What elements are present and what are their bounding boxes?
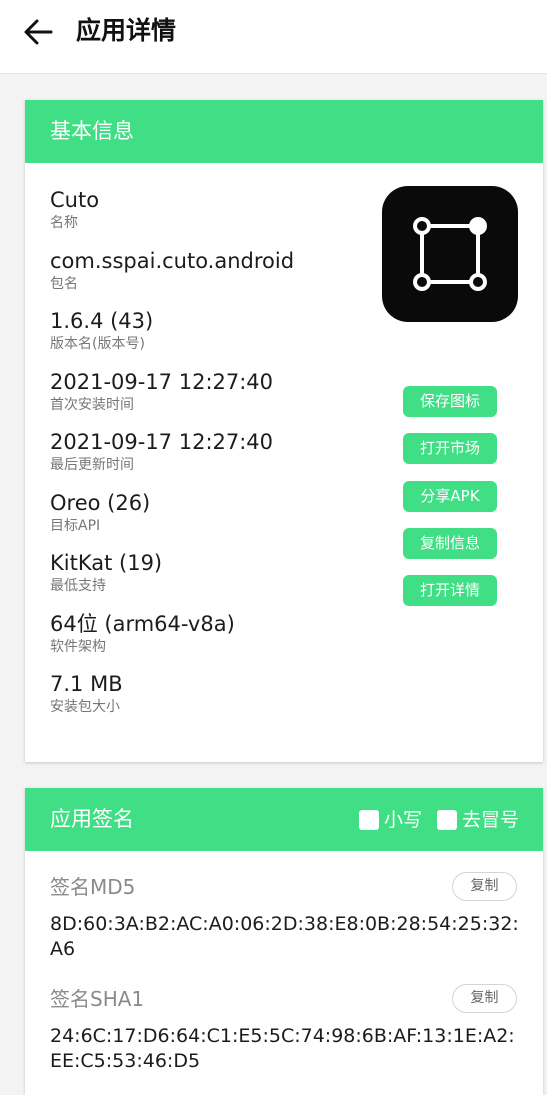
info-value: KitKat (19) — [50, 551, 163, 575]
basic-info-title: 基本信息 — [50, 119, 134, 143]
arrow-left-icon — [24, 19, 53, 45]
copy-info-button[interactable]: 复制信息 — [403, 528, 497, 559]
remove-colon-toggle[interactable]: 去冒号 — [437, 808, 519, 832]
info-item-name: Cuto 名称 — [50, 186, 294, 247]
crop-frame-icon — [413, 217, 487, 291]
share-apk-button[interactable]: 分享APK — [403, 481, 497, 512]
info-label: 包名 — [50, 275, 78, 292]
info-item-first-install: 2021-09-17 12:27:40 首次安装时间 — [50, 368, 294, 429]
back-button[interactable] — [18, 14, 58, 50]
info-item-last-update: 2021-09-17 12:27:40 最后更新时间 — [50, 428, 294, 489]
sha1-title: 签名SHA1 — [50, 987, 145, 1011]
open-market-button[interactable]: 打开市场 — [403, 433, 497, 464]
info-label: 名称 — [50, 215, 78, 231]
info-value: 1.6.4 (43) — [50, 309, 154, 333]
remove-colon-checkbox[interactable] — [437, 810, 457, 830]
remove-colon-label: 去冒号 — [462, 809, 520, 831]
info-label: 软件架构 — [50, 638, 106, 655]
basic-info-header: 基本信息 — [25, 100, 543, 163]
info-item-min-sdk: KitKat (19) 最低支持 — [50, 549, 294, 610]
info-label: 最后更新时间 — [50, 457, 134, 473]
info-value: 64位 (arm64-v8a) — [50, 611, 235, 636]
app-bar: 应用详情 — [0, 0, 547, 74]
md5-title: 签名MD5 — [50, 875, 136, 899]
info-item-architecture: 64位 (arm64-v8a) 软件架构 — [50, 610, 294, 671]
lowercase-toggle[interactable]: 小写 — [359, 808, 422, 832]
info-value: Oreo (26) — [50, 490, 151, 515]
app-icon — [382, 186, 518, 322]
basic-info-card: 基本信息 Cuto 名称 com.sspai.cuto.android 包名 1… — [25, 100, 543, 762]
lowercase-checkbox[interactable] — [359, 810, 379, 830]
lowercase-label: 小写 — [384, 809, 423, 831]
info-value: 2021-09-17 12:27:40 — [50, 369, 274, 394]
info-label: 最低支持 — [50, 578, 106, 594]
save-icon-button[interactable]: 保存图标 — [403, 386, 497, 417]
page-title: 应用详情 — [76, 16, 177, 45]
open-details-button[interactable]: 打开详情 — [403, 575, 497, 606]
info-label: 目标API — [50, 517, 101, 534]
info-label: 首次安装时间 — [50, 396, 134, 413]
info-value: 7.1 MB — [50, 672, 123, 696]
copy-sha1-button[interactable]: 复制 — [452, 984, 517, 1013]
info-value: com.sspai.cuto.android — [50, 248, 295, 273]
info-label: 安装包大小 — [50, 699, 120, 715]
info-item-apk-size: 7.1 MB 安装包大小 — [50, 670, 294, 731]
info-value: 2021-09-17 12:27:40 — [50, 430, 274, 454]
info-value: Cuto — [50, 188, 100, 212]
md5-value: 8D:60:3A:B2:AC:A0:06:2D:38:E8:0B:28:54:2… — [50, 913, 519, 960]
info-item-target-api: Oreo (26) 目标API — [50, 489, 294, 550]
info-item-package: com.sspai.cuto.android 包名 — [50, 247, 294, 308]
copy-md5-button[interactable]: 复制 — [452, 872, 517, 901]
signature-header: 应用签名 小写 去冒号 — [25, 788, 543, 851]
info-label: 版本名(版本号) — [50, 336, 145, 352]
signature-card: 应用签名 小写 去冒号 签名MD5 复制 8D:60:3A:B2:AC:A0:0… — [25, 788, 543, 1095]
sha1-value: 24:6C:17:D6:64:C1:E5:5C:74:98:6B:AF:13:1… — [50, 1025, 515, 1072]
signature-title: 应用签名 — [50, 807, 134, 831]
info-item-version: 1.6.4 (43) 版本名(版本号) — [50, 307, 294, 368]
info-list: Cuto 名称 com.sspai.cuto.android 包名 1.6.4 … — [50, 186, 294, 731]
